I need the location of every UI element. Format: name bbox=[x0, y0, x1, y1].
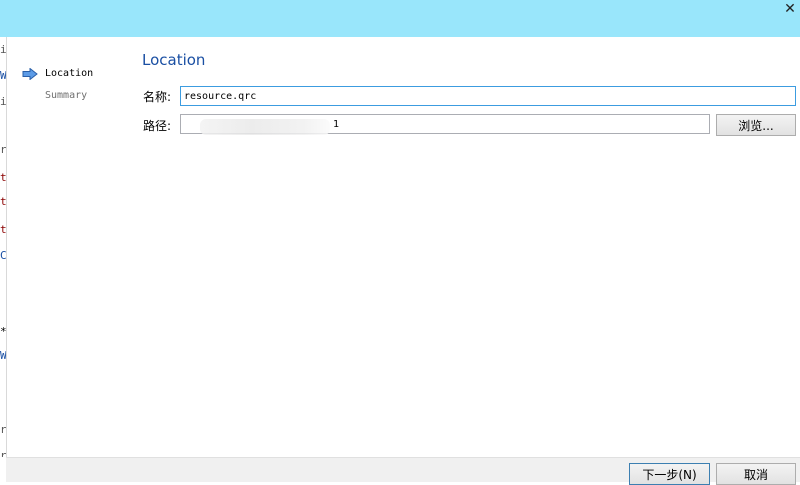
step-summary: Summary bbox=[22, 88, 93, 110]
title-bar bbox=[0, 0, 800, 37]
step-location: Location bbox=[22, 66, 93, 88]
background-fragment: W bbox=[0, 69, 7, 82]
background-fragment: i bbox=[0, 43, 7, 56]
page-title: Location bbox=[142, 51, 206, 69]
background-fragment: r bbox=[0, 423, 7, 436]
background-window-strip: i W i r t t t C * W r r bbox=[0, 37, 7, 457]
background-fragment: * bbox=[0, 325, 7, 338]
background-fragment: C bbox=[0, 249, 7, 262]
background-fragment: t bbox=[0, 223, 7, 236]
browse-button[interactable]: 浏览... bbox=[716, 114, 796, 136]
next-button[interactable]: 下一步(N) bbox=[629, 463, 710, 485]
name-label: 名称: bbox=[143, 90, 172, 104]
close-icon: ✕ bbox=[784, 1, 796, 17]
background-fragment: t bbox=[0, 171, 7, 184]
cancel-button[interactable]: 取消 bbox=[716, 463, 796, 485]
background-fragment: i bbox=[0, 95, 7, 108]
background-fragment: t bbox=[0, 195, 7, 208]
background-fragment: r bbox=[0, 449, 7, 457]
path-label: 路径: bbox=[143, 119, 172, 133]
step-label: Summary bbox=[45, 90, 88, 101]
path-redaction bbox=[200, 119, 330, 135]
close-button[interactable]: ✕ bbox=[780, 0, 800, 18]
step-label: Location bbox=[45, 68, 94, 79]
background-fragment: r bbox=[0, 143, 7, 156]
background-fragment: W bbox=[0, 349, 7, 362]
wizard-steps: Location Summary bbox=[22, 66, 93, 110]
arrow-right-icon bbox=[22, 68, 38, 80]
name-input[interactable] bbox=[180, 86, 796, 106]
